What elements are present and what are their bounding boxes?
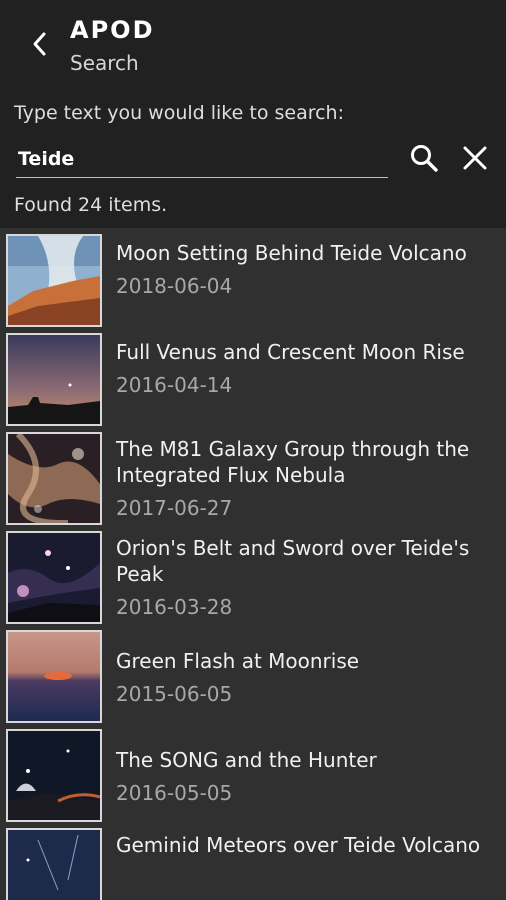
search-input[interactable]	[16, 144, 378, 174]
results-list: Moon Setting Behind Teide Volcano 2018-0…	[0, 228, 506, 900]
back-button[interactable]	[22, 24, 58, 64]
search-icon	[411, 145, 438, 172]
item-title: The M81 Galaxy Group through the Integra…	[116, 437, 470, 487]
item-date: 2016-03-28	[116, 595, 233, 619]
item-date: 2016-05-05	[116, 781, 233, 805]
item-title: Geminid Meteors over Teide Volcano	[116, 833, 481, 857]
search-prompt: Type text you would like to search:	[14, 102, 344, 124]
item-title: Full Venus and Crescent Moon Rise	[116, 340, 465, 364]
item-title: Moon Setting Behind Teide Volcano	[116, 241, 467, 265]
list-item[interactable]: Orion's Belt and Sword over Teide's Peak…	[0, 525, 506, 624]
list-item[interactable]: Green Flash at Moonrise 2015-06-05	[0, 624, 506, 723]
app-bar: APOD Search	[0, 0, 506, 88]
list-item[interactable]: The SONG and the Hunter 2016-05-05	[0, 723, 506, 822]
item-date: 2016-04-14	[116, 373, 233, 397]
item-title: Green Flash at Moonrise	[116, 649, 360, 673]
clear-button[interactable]	[457, 140, 493, 176]
list-item[interactable]: Geminid Meteors over Teide Volcano	[0, 822, 506, 900]
thumbnail-image	[6, 729, 102, 822]
page-subtitle: Search	[70, 51, 139, 75]
item-title: Orion's Belt and Sword over Teide's Peak	[116, 536, 470, 586]
list-item[interactable]: The M81 Galaxy Group through the Integra…	[0, 426, 506, 525]
thumbnail-image	[6, 432, 102, 525]
app-title: APOD	[70, 16, 155, 44]
list-item[interactable]: Full Venus and Crescent Moon Rise 2016-0…	[0, 327, 506, 426]
item-date: 2018-06-04	[116, 274, 233, 298]
results-count: Found 24 items.	[14, 194, 168, 216]
item-title: The SONG and the Hunter	[116, 748, 377, 772]
search-button[interactable]	[406, 140, 442, 176]
item-date: 2017-06-27	[116, 496, 233, 520]
back-arrow-icon	[33, 32, 46, 56]
thumbnail-image	[6, 531, 102, 624]
thumbnail-image	[6, 333, 102, 426]
close-icon	[463, 146, 487, 170]
thumbnail-image	[6, 828, 102, 900]
thumbnail-image	[6, 630, 102, 723]
thumbnail-image	[6, 234, 102, 327]
list-item[interactable]: Moon Setting Behind Teide Volcano 2018-0…	[0, 228, 506, 327]
search-field[interactable]	[16, 138, 388, 178]
item-date: 2015-06-05	[116, 682, 233, 706]
